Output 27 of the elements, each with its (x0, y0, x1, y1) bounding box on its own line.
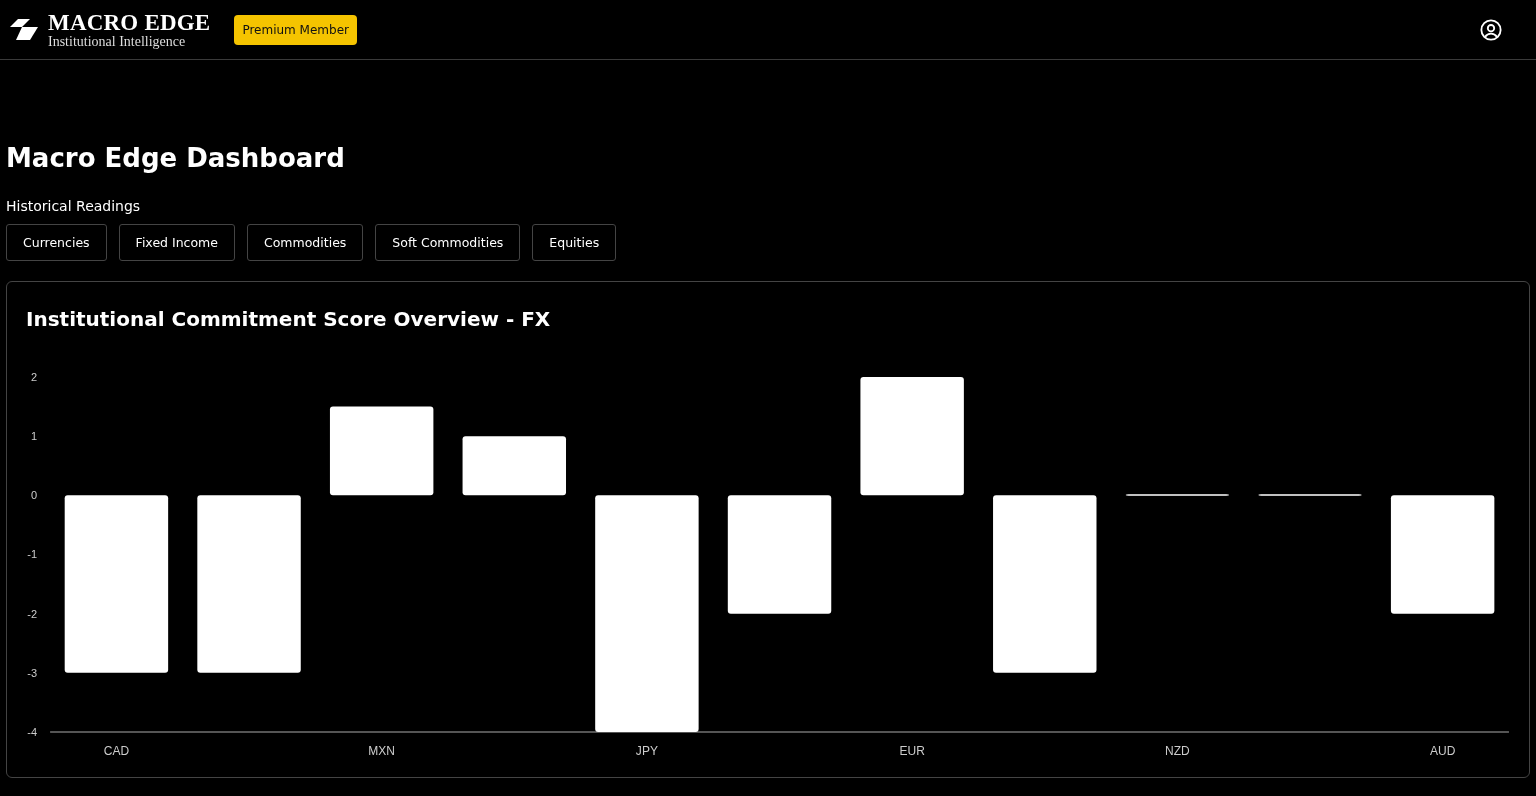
brand-name: MACRO EDGE (48, 10, 211, 34)
account-button[interactable] (1480, 18, 1502, 41)
axis-category-label: MXN (368, 744, 395, 758)
axis-category-label: AUD (1429, 744, 1456, 758)
axis-category-label: EUR (899, 744, 925, 758)
page-title: Macro Edge Dashboard (6, 142, 346, 175)
axis-category-label: JPY (635, 744, 658, 758)
axis-tick-label: -4 (27, 726, 38, 738)
brand-tagline: Institutional Intelligence (48, 34, 187, 49)
membership-badge: Premium Member (234, 14, 357, 45)
category-tab[interactable]: Currencies (6, 224, 107, 261)
category-tab[interactable]: Fixed Income (118, 224, 235, 261)
axis-tick-label: 1 (30, 430, 38, 443)
axis-tick-label: 2 (30, 371, 38, 383)
category-tab[interactable]: Soft Commodities (375, 224, 521, 261)
logo-icon (8, 18, 40, 41)
section-label: Historical Readings (6, 197, 142, 216)
axis-category-label: NZD (1165, 744, 1190, 758)
user-icon (1480, 18, 1502, 41)
category-tab[interactable]: Commodities (247, 224, 364, 261)
axis-category-label: CAD (103, 744, 130, 758)
axis-tick-label: -3 (27, 666, 38, 679)
category-tab[interactable]: Equities (532, 224, 617, 261)
chart-title: Institutional Commitment Score Overview - FX (25, 306, 552, 333)
axis-tick-label: -2 (27, 607, 38, 620)
axis-tick-label: 0 (30, 489, 38, 502)
axis-tick-label: -1 (27, 548, 38, 561)
